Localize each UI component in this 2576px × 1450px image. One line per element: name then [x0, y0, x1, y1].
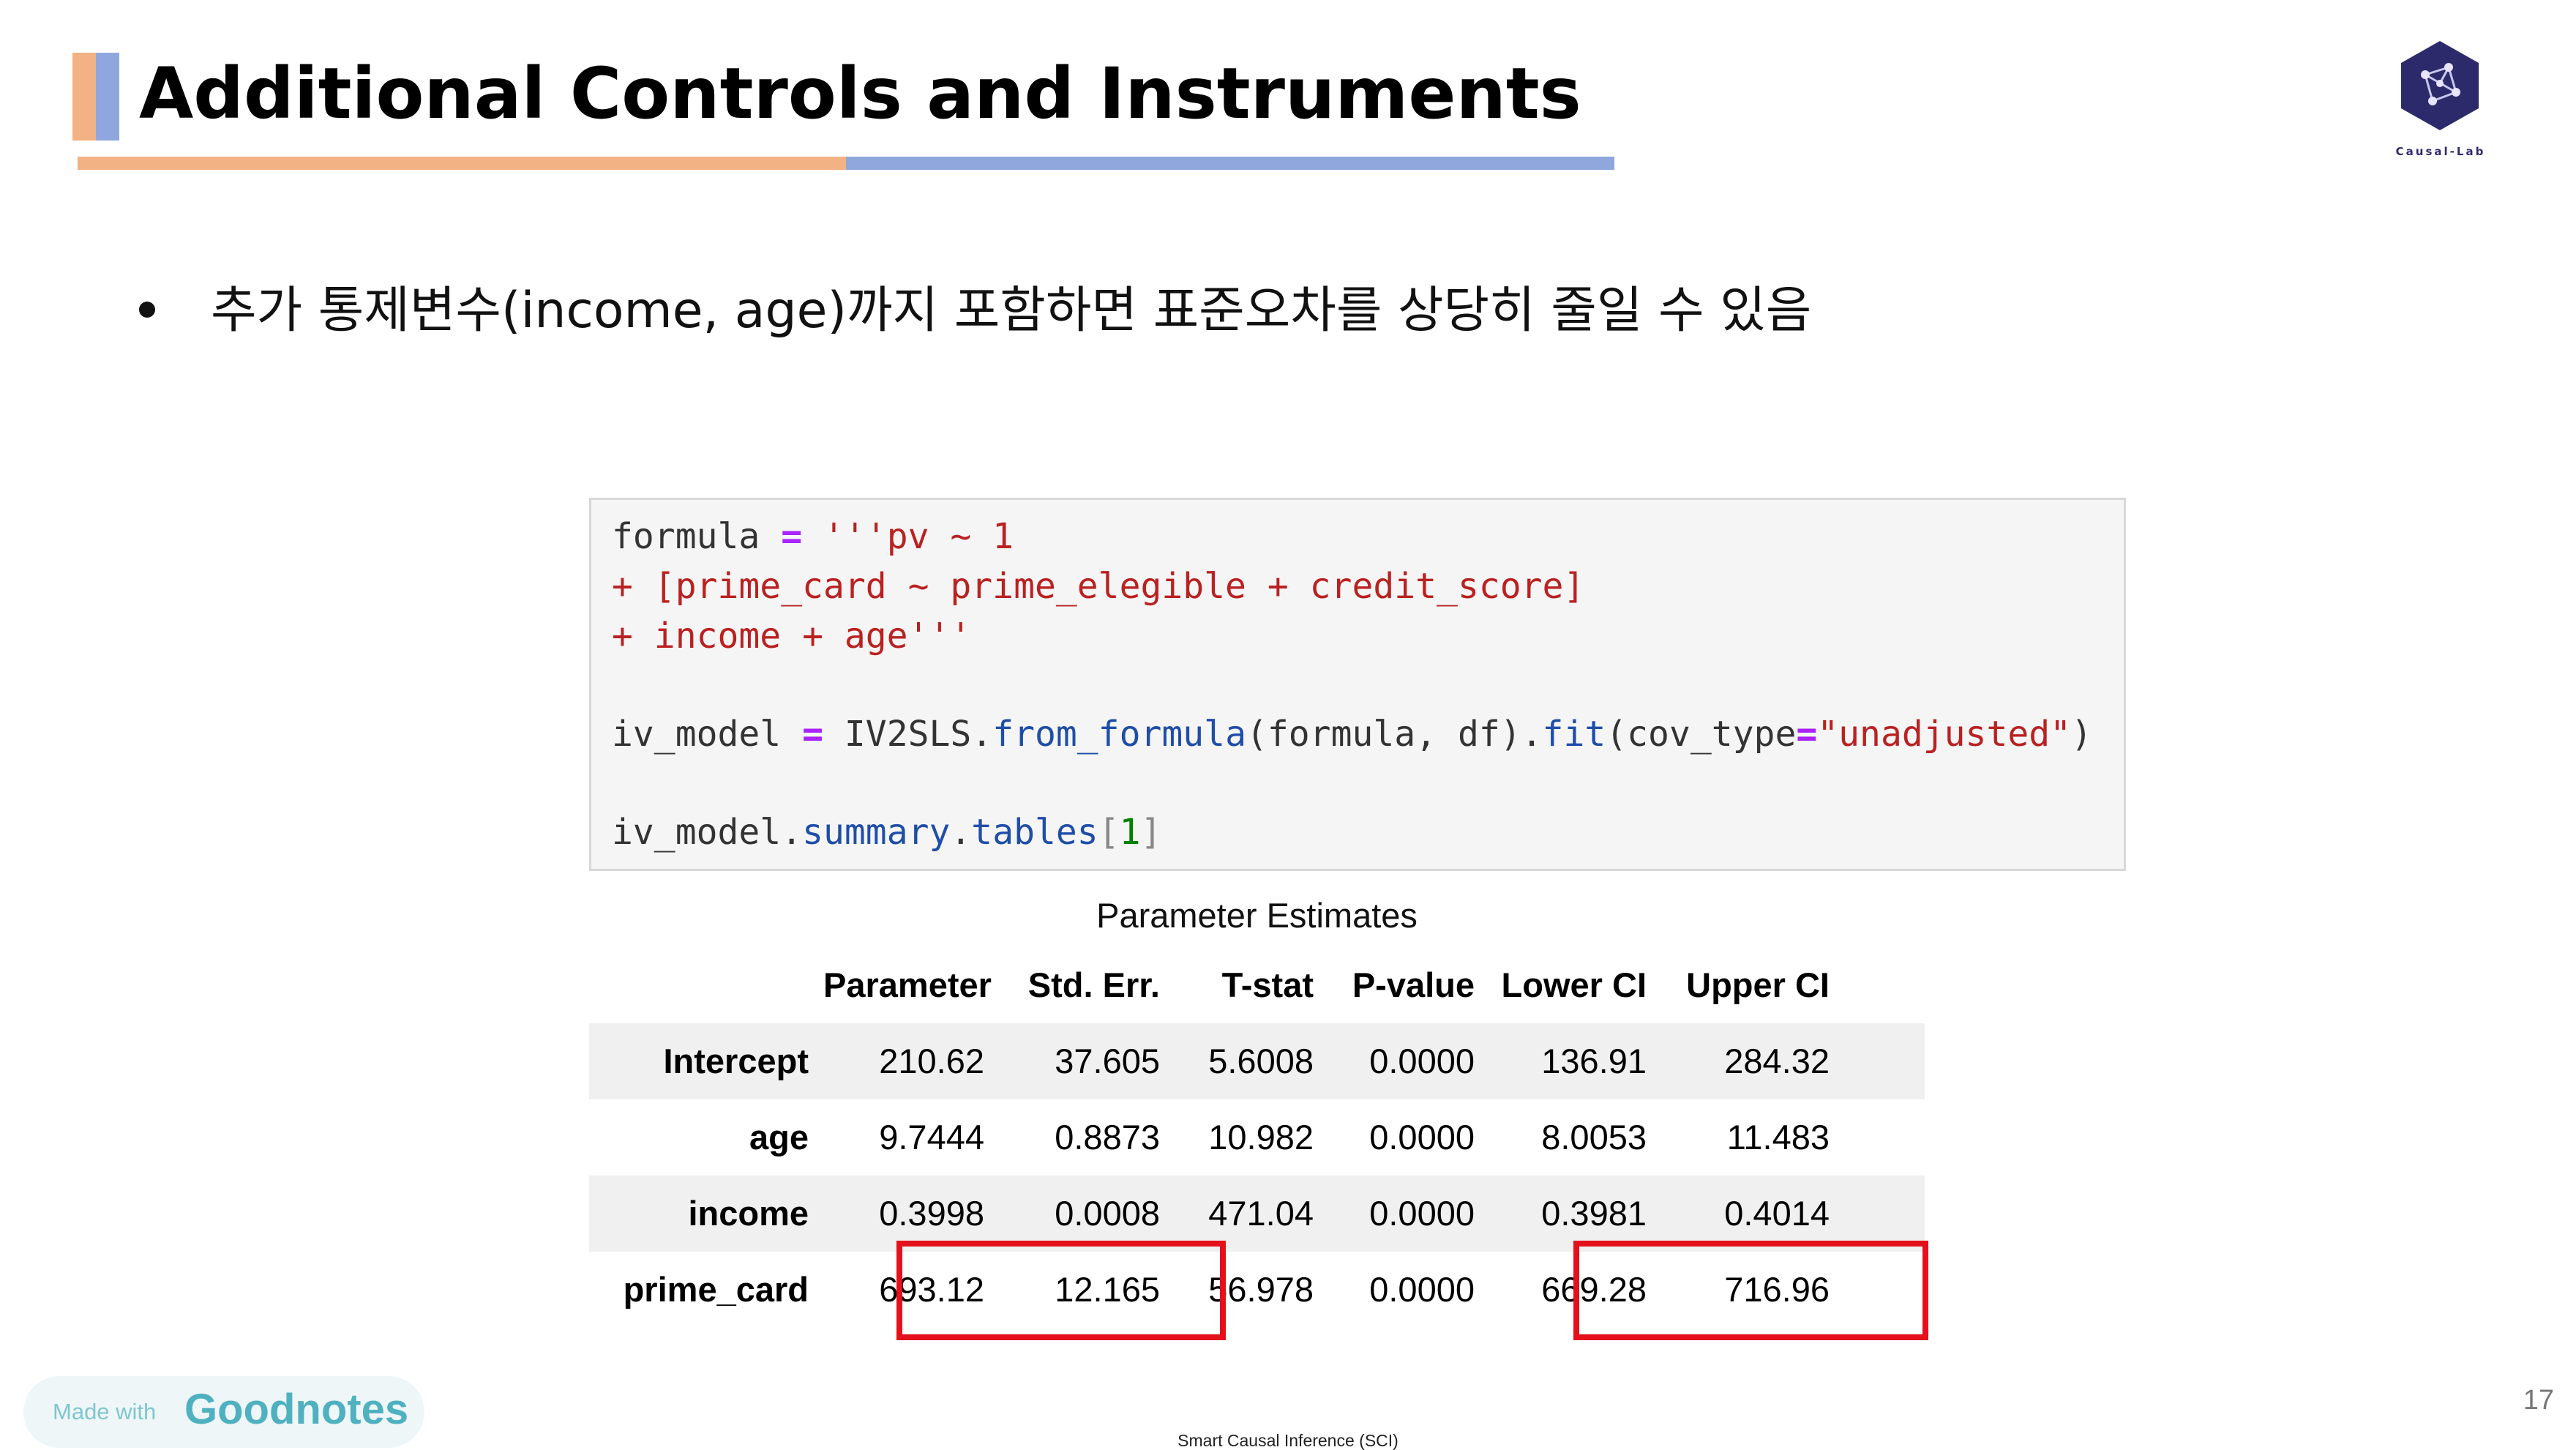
title-underline-orange [78, 157, 846, 170]
causal-lab-logo-icon [2401, 41, 2479, 130]
code-token: . [950, 812, 972, 853]
column-header: T-stat [1221, 965, 1314, 1004]
code-operator: = [802, 714, 823, 755]
table-cell: 10.982 [1208, 1118, 1314, 1156]
title-accent-blue [96, 53, 119, 141]
column-header: Lower CI [1501, 965, 1647, 1004]
table-cell: 9.7444 [879, 1118, 984, 1156]
code-string: "unadjusted" [1817, 714, 2072, 755]
table-cell: 5.6008 [1208, 1042, 1314, 1080]
column-header: Upper CI [1686, 965, 1830, 1004]
goodnotes-made-with: Made with [53, 1399, 157, 1424]
slide-title: Additional Controls and Instruments [139, 53, 1581, 135]
title-underline-blue [846, 157, 1614, 170]
row-label: age [749, 1118, 809, 1156]
code-line-7: iv_model.summary.tables[1] [612, 810, 1161, 854]
bullet-point [139, 302, 155, 318]
table-cell: 0.8873 [1055, 1118, 1160, 1156]
column-header: Parameter [823, 965, 992, 1004]
table-cell: 11.483 [1726, 1118, 1830, 1156]
table-cell: 0.0000 [1369, 1194, 1475, 1233]
table-cell: 37.605 [1055, 1042, 1160, 1080]
code-bracket: ] [1140, 812, 1162, 853]
table-row: Intercept 210.62 37.605 5.6008 0.0000 13… [589, 1023, 1925, 1099]
table-header-row: Parameter Std. Err. T-stat P-value Lower… [589, 947, 1925, 1023]
code-line-3: + income + age''' [612, 616, 972, 657]
code-line-5: iv_model = IV2SLS.from_formula(formula, … [612, 712, 2092, 756]
code-token: ) [2071, 714, 2092, 755]
title-accent-orange [72, 53, 96, 141]
code-token: (formula, df). [1246, 714, 1543, 755]
code-method: from_formula [992, 714, 1246, 755]
code-attribute: summary [802, 812, 951, 853]
logo-text: Causal-Lab [2395, 145, 2486, 158]
code-line-2: + [prime_card ~ prime_elegible + credit_… [612, 566, 1585, 607]
code-operator: = [1796, 714, 1818, 755]
row-label: Intercept [663, 1042, 809, 1080]
code-token: IV2SLS. [823, 714, 993, 755]
code-token: iv_model [612, 714, 803, 755]
code-line-1: formula = '''pv ~ 1 [612, 515, 1014, 558]
goodnotes-brand: Goodnotes [184, 1386, 409, 1433]
bullet-text: 추가 통제변수(income, age)까지 포함하면 표준오차를 상당히 줄일… [211, 282, 1812, 340]
code-cell: formula = '''pv ~ 1 + [prime_card ~ prim… [589, 498, 2126, 871]
table-caption: Parameter Estimates [1096, 896, 1418, 935]
code-token: formula [612, 516, 782, 557]
code-method: fit [1542, 714, 1606, 755]
row-label: income [688, 1194, 809, 1233]
code-number: 1 [1119, 812, 1141, 853]
table-cell: 284.32 [1724, 1042, 1830, 1080]
code-token: iv_model. [612, 812, 803, 853]
footer-text: Smart Causal Inference (SCI) [1177, 1431, 1399, 1450]
row-label: prime_card [623, 1270, 809, 1309]
table-cell: 0.0000 [1369, 1118, 1475, 1156]
table-row: age 9.7444 0.8873 10.982 0.0000 8.0053 1… [589, 1099, 1925, 1176]
table-cell: 0.0000 [1369, 1042, 1475, 1080]
page-number: 17 [2523, 1385, 2554, 1416]
code-operator: = [781, 516, 803, 557]
code-string: '''pv ~ 1 [802, 516, 1014, 557]
table-cell: 8.0053 [1541, 1118, 1647, 1156]
highlight-box-ci [1573, 1241, 1928, 1340]
table-cell: 136.91 [1541, 1042, 1647, 1080]
table-cell: 210.62 [879, 1042, 984, 1080]
column-header: Std. Err. [1027, 965, 1160, 1004]
table-cell: 0.0000 [1369, 1270, 1475, 1309]
highlight-box-estimate [896, 1241, 1226, 1340]
code-token: (cov_type [1606, 714, 1797, 755]
column-header: P-value [1352, 965, 1475, 1004]
code-bracket: [ [1098, 812, 1120, 853]
code-attribute: tables [971, 812, 1098, 853]
